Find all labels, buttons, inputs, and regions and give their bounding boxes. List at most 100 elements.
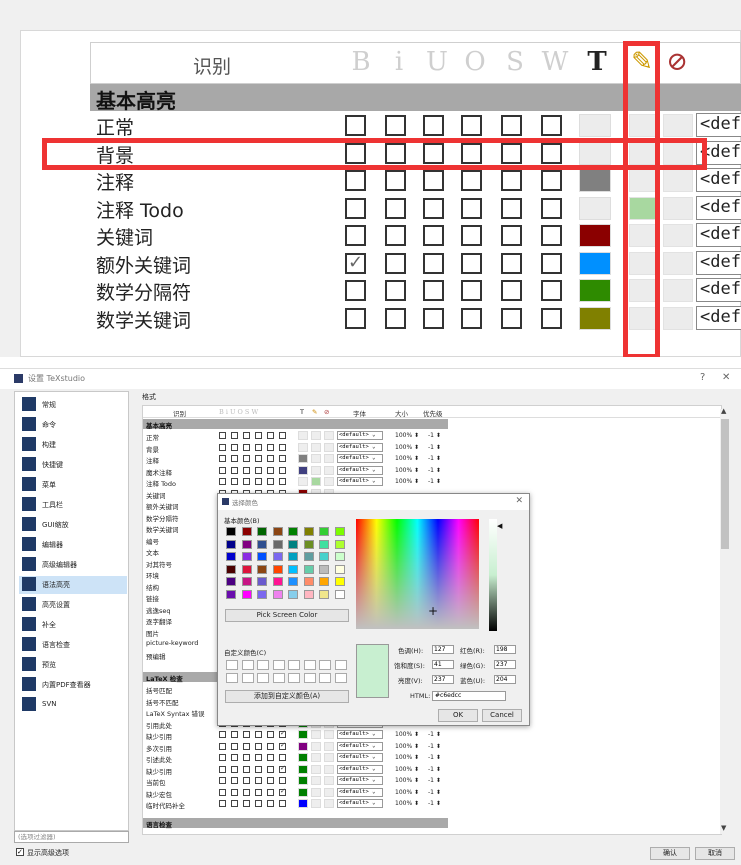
basic-color-swatch[interactable] (303, 552, 314, 561)
zoom-font-select[interactable]: <def (696, 305, 741, 330)
zoom-checkbox[interactable] (385, 115, 406, 136)
custom-color-slot[interactable] (319, 673, 331, 683)
zoom-clear-swatch[interactable] (663, 306, 693, 330)
table-row-checkbox[interactable] (267, 754, 274, 761)
basic-color-swatch[interactable] (303, 527, 314, 536)
sidebar-item[interactable]: 快捷键 (19, 456, 127, 474)
table-row-checkbox[interactable] (279, 478, 286, 485)
table-row-priority[interactable]: -1 ⬍ (428, 432, 441, 439)
zoom-checkbox[interactable] (501, 225, 522, 246)
table-row-bg[interactable] (311, 741, 321, 751)
sidebar-item[interactable]: 补全 (19, 616, 127, 634)
basic-color-swatch[interactable] (257, 539, 267, 549)
custom-color-slot[interactable] (319, 660, 331, 670)
basic-color-swatch[interactable] (241, 564, 252, 574)
sidebar-item[interactable]: 语法高亮 (19, 576, 127, 594)
sat-spinbox[interactable]: 41 (432, 660, 454, 669)
custom-color-slot[interactable] (288, 673, 300, 683)
table-row-checkbox[interactable] (243, 443, 250, 451)
zoom-font-select[interactable]: <def (696, 195, 741, 220)
sidebar-item[interactable]: 高亮设置 (19, 596, 127, 614)
table-row-clear[interactable] (324, 764, 334, 774)
table-row-clear[interactable] (324, 477, 334, 486)
sidebar-item[interactable]: 命令 (19, 416, 127, 434)
custom-color-slot[interactable] (257, 660, 269, 670)
table-row-checkbox[interactable] (267, 466, 274, 474)
custom-color-slot[interactable] (334, 673, 347, 683)
table-row-priority[interactable]: -1 ⬍ (428, 444, 441, 451)
basic-color-swatch[interactable] (226, 577, 236, 586)
table-row-priority[interactable]: -1 ⬍ (428, 800, 441, 807)
table-row-checkbox[interactable] (279, 432, 286, 439)
table-row-checkbox[interactable] (219, 731, 226, 738)
table-row-fg[interactable] (298, 741, 308, 751)
table-row-bg[interactable] (311, 454, 321, 463)
table-row-fg[interactable] (298, 465, 308, 475)
table-row-bg[interactable] (311, 753, 321, 762)
table-row-checkbox[interactable] (219, 765, 226, 773)
zoom-checkbox[interactable] (461, 115, 482, 136)
table-row-priority[interactable]: -1 ⬍ (428, 754, 441, 761)
basic-color-swatch[interactable] (257, 564, 267, 574)
zoom-clear-swatch[interactable] (663, 169, 693, 192)
zoom-checkbox[interactable] (423, 280, 444, 301)
table-row-bg[interactable] (311, 787, 321, 797)
ok-button[interactable]: 确认 (650, 847, 690, 860)
luminance-arrow-icon[interactable]: ◀ (497, 522, 502, 530)
basic-color-swatch[interactable] (334, 589, 345, 599)
custom-color-slot[interactable] (272, 673, 285, 683)
basic-color-swatch[interactable] (288, 564, 298, 574)
table-row-fg[interactable] (298, 776, 308, 785)
basic-color-swatch[interactable] (257, 589, 267, 599)
zoom-clear-swatch[interactable] (663, 251, 693, 275)
table-row-checkbox[interactable] (231, 443, 238, 451)
zoom-checkbox[interactable] (501, 280, 522, 301)
basic-color-swatch[interactable] (241, 589, 252, 599)
table-row-bg[interactable] (311, 431, 321, 440)
table-row-font[interactable]: <default> ⌄ (337, 741, 383, 751)
basic-color-swatch[interactable] (226, 539, 236, 549)
basic-color-swatch[interactable] (303, 589, 314, 599)
table-row-checkbox[interactable] (231, 777, 238, 784)
table-row-checkbox[interactable] (219, 455, 226, 462)
zoom-checkbox[interactable] (385, 170, 406, 191)
zoom-fg-swatch[interactable] (579, 306, 611, 330)
zoom-fg-swatch[interactable] (579, 224, 611, 247)
zoom-checkbox[interactable] (423, 225, 444, 246)
basic-color-swatch[interactable] (226, 589, 236, 599)
table-row-size[interactable]: 100% ⬍ (395, 766, 419, 773)
zoom-clear-swatch[interactable] (663, 114, 693, 137)
table-row-checkbox[interactable] (255, 478, 262, 485)
zoom-checkbox[interactable] (461, 307, 482, 329)
scroll-down-icon[interactable]: ▼ (721, 824, 726, 832)
scrollbar-thumb[interactable] (721, 419, 729, 549)
table-row-size[interactable]: 100% ⬍ (395, 478, 419, 485)
table-row-size[interactable]: 100% ⬍ (395, 467, 419, 474)
zoom-checkbox[interactable] (541, 115, 562, 136)
table-row-clear[interactable] (324, 741, 334, 751)
table-row-font[interactable]: <default> ⌄ (337, 454, 383, 463)
color-cancel-button[interactable]: Cancel (482, 709, 522, 722)
zoom-checkbox[interactable] (501, 170, 522, 191)
sidebar-item[interactable]: 高级编辑器 (19, 556, 127, 574)
luminance-slider[interactable] (489, 519, 497, 631)
basic-color-swatch[interactable] (226, 552, 236, 561)
zoom-checkbox[interactable] (423, 115, 444, 136)
basic-color-swatch[interactable] (272, 589, 283, 599)
green-spinbox[interactable]: 237 (494, 660, 516, 669)
table-row-checkbox[interactable] (255, 800, 262, 807)
zoom-checkbox[interactable] (541, 225, 562, 246)
basic-color-swatch[interactable] (319, 539, 329, 549)
zoom-checkbox[interactable] (461, 252, 482, 274)
html-color-input[interactable]: #c6edcc (432, 691, 506, 701)
sidebar-item[interactable]: 常规 (19, 396, 127, 414)
table-row-bg[interactable] (311, 477, 321, 486)
table-row-checkbox[interactable] (243, 777, 250, 784)
basic-color-swatch[interactable] (288, 539, 298, 549)
table-row-fg[interactable] (298, 454, 308, 463)
basic-color-swatch[interactable] (241, 539, 252, 549)
zoom-checkbox[interactable] (541, 252, 562, 274)
zoom-checkbox[interactable] (501, 252, 522, 274)
zoom-checkbox[interactable] (345, 252, 366, 274)
table-row-checkbox[interactable] (267, 742, 274, 750)
